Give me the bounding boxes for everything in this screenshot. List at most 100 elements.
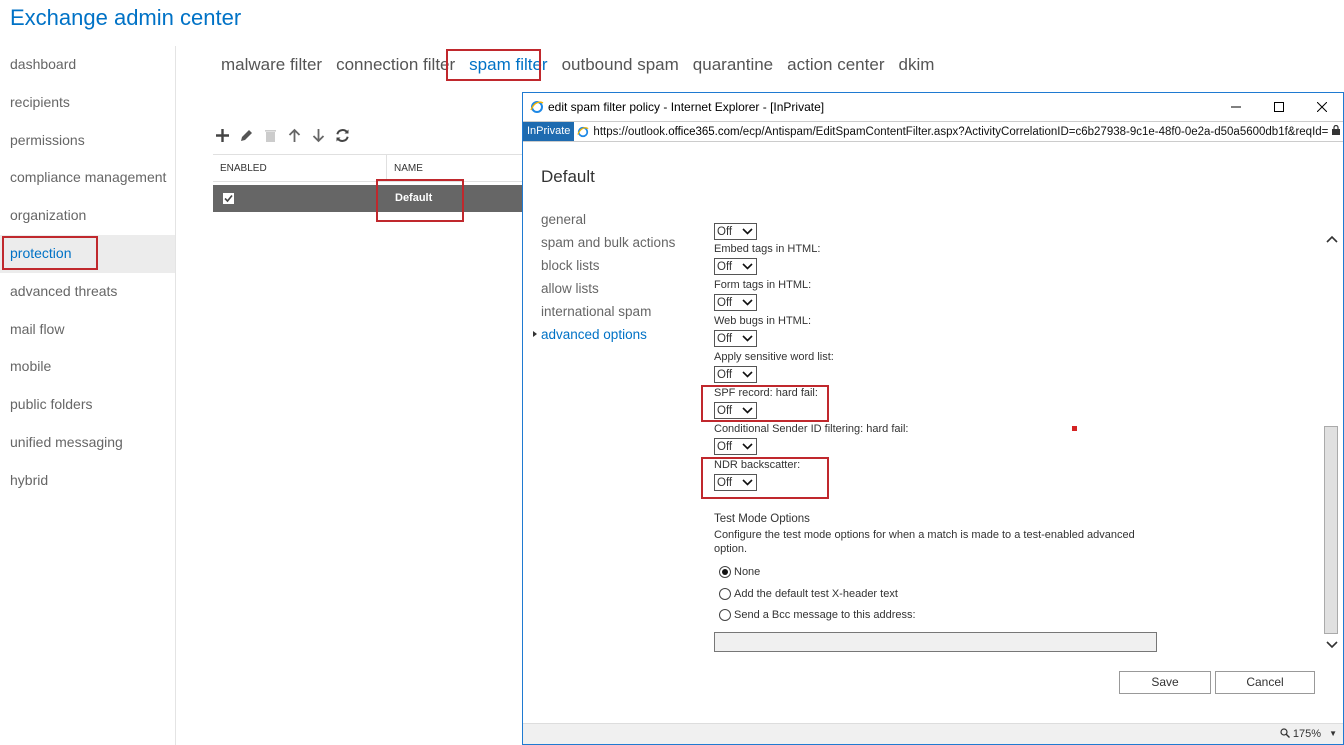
window-titlebar: edit spam filter policy - Internet Explo… bbox=[523, 93, 1343, 121]
option-label: Apply sensitive word list: bbox=[714, 351, 834, 363]
row-enabled-cell bbox=[213, 185, 387, 212]
radio-button[interactable] bbox=[719, 587, 731, 600]
chevron-up-icon[interactable] bbox=[1326, 230, 1338, 243]
option-group: Conditional Sender ID filtering: hard fa… bbox=[714, 422, 908, 455]
sidebar-item-public-folders[interactable]: public folders bbox=[0, 386, 175, 424]
maximize-icon[interactable] bbox=[1257, 93, 1300, 121]
red-marker bbox=[1072, 426, 1077, 431]
sidebar-item-organization[interactable]: organization bbox=[0, 197, 175, 235]
page-ie-icon bbox=[577, 126, 589, 137]
embed-tags-select[interactable]: Off bbox=[714, 258, 757, 275]
nav-advanced-options[interactable]: advanced options bbox=[532, 323, 675, 346]
sidebar-item-mobile[interactable]: mobile bbox=[0, 348, 175, 386]
test-mode-options: Test Mode Options Configure the test mod… bbox=[714, 512, 1154, 626]
tab-connection-filter[interactable]: connection filter bbox=[336, 54, 455, 76]
tab-spam-filter[interactable]: spam filter bbox=[469, 54, 547, 76]
radio-label: Send a Bcc message to this address: bbox=[734, 609, 916, 621]
url-domain: office365.com bbox=[668, 125, 740, 138]
nav-block-lists[interactable]: block lists bbox=[541, 254, 675, 277]
sidebar-item-compliance-management[interactable]: compliance management bbox=[0, 159, 175, 197]
tab-outbound-spam[interactable]: outbound spam bbox=[562, 54, 679, 76]
move-down-icon[interactable] bbox=[310, 126, 326, 144]
option-label: NDR backscatter: bbox=[714, 459, 801, 471]
url-suffix: /ecp/Antispam/EditSpamContentFilter.aspx… bbox=[739, 125, 1329, 138]
column-name[interactable]: NAME bbox=[387, 155, 423, 181]
sidebar-item-protection[interactable]: protection bbox=[0, 234, 175, 273]
form-tags-select[interactable]: Off bbox=[714, 294, 757, 311]
tab-dkim[interactable]: dkim bbox=[898, 54, 934, 76]
option-select-top[interactable]: Off bbox=[714, 223, 757, 240]
select-value: Off bbox=[717, 440, 733, 453]
status-bar: 175% ▼ bbox=[523, 723, 1343, 744]
sidebar-item-hybrid[interactable]: hybrid bbox=[0, 462, 175, 500]
scrollbar-thumb[interactable] bbox=[1324, 426, 1338, 634]
edit-icon[interactable] bbox=[238, 126, 254, 144]
address-bar[interactable]: InPrivate https://outlook.office365.com/… bbox=[523, 121, 1343, 142]
select-value: Off bbox=[717, 404, 733, 417]
add-icon[interactable] bbox=[214, 126, 230, 144]
nav-allow-lists[interactable]: allow lists bbox=[541, 277, 675, 300]
select-value: Off bbox=[717, 332, 733, 345]
test-mode-title: Test Mode Options bbox=[714, 513, 810, 525]
sensitive-word-list-select[interactable]: Off bbox=[714, 366, 757, 383]
zoom-dropdown-icon[interactable]: ▼ bbox=[1329, 729, 1337, 738]
option-group: Form tags in HTML: Off bbox=[714, 278, 811, 311]
sidebar-item-permissions[interactable]: permissions bbox=[0, 122, 175, 160]
sidebar-item-advanced-threats[interactable]: advanced threats bbox=[0, 273, 175, 311]
minimize-icon[interactable] bbox=[1214, 93, 1257, 121]
sender-id-hard-fail-select[interactable]: Off bbox=[714, 438, 757, 455]
nav-international-spam[interactable]: international spam bbox=[541, 300, 675, 323]
option-group: Embed tags in HTML: Off bbox=[714, 242, 820, 275]
refresh-icon[interactable] bbox=[334, 126, 350, 144]
radio-button[interactable] bbox=[719, 566, 731, 579]
radio-option-x-header[interactable]: Add the default test X-header text bbox=[719, 583, 1154, 605]
chevron-down-icon bbox=[742, 479, 753, 486]
spf-hard-fail-select[interactable]: Off bbox=[714, 402, 757, 419]
tab-bar: malware filter connection filter spam fi… bbox=[221, 54, 948, 76]
radio-button[interactable] bbox=[719, 609, 731, 622]
app-title: Exchange admin center bbox=[10, 5, 242, 30]
exchange-admin-center: Exchange admin center dashboard recipien… bbox=[0, 0, 1344, 745]
web-bugs-select[interactable]: Off bbox=[714, 330, 757, 347]
sidebar-item-mail-flow[interactable]: mail flow bbox=[0, 311, 175, 349]
save-button[interactable]: Save bbox=[1119, 671, 1211, 694]
sidebar-item-unified-messaging[interactable]: unified messaging bbox=[0, 424, 175, 462]
policy-grid: ENABLED NAME Default bbox=[213, 154, 533, 212]
tab-malware-filter[interactable]: malware filter bbox=[221, 54, 322, 76]
lock-icon bbox=[1329, 124, 1343, 138]
tab-quarantine[interactable]: quarantine bbox=[693, 54, 773, 76]
bcc-address-input[interactable] bbox=[714, 632, 1157, 652]
sidebar-item-recipients[interactable]: recipients bbox=[0, 84, 175, 122]
select-value: Off bbox=[717, 296, 733, 309]
option-group: SPF record: hard fail: Off bbox=[714, 386, 818, 419]
inprivate-badge: InPrivate bbox=[523, 122, 575, 141]
sidebar-item-dashboard[interactable]: dashboard bbox=[0, 46, 175, 84]
window-controls bbox=[1214, 93, 1343, 121]
option-group: Off bbox=[714, 221, 757, 240]
select-value: Off bbox=[717, 476, 733, 489]
radio-option-none[interactable]: None bbox=[719, 562, 1154, 584]
enabled-checkbox[interactable] bbox=[223, 193, 234, 204]
tab-action-center[interactable]: action center bbox=[787, 54, 884, 76]
column-enabled[interactable]: ENABLED bbox=[213, 155, 387, 181]
cancel-button[interactable]: Cancel bbox=[1215, 671, 1315, 694]
move-up-icon[interactable] bbox=[286, 126, 302, 144]
ie-icon bbox=[530, 101, 544, 113]
edit-policy-window: edit spam filter policy - Internet Explo… bbox=[522, 92, 1344, 745]
select-value: Off bbox=[717, 225, 733, 238]
nav-general[interactable]: general bbox=[541, 208, 675, 231]
option-group: Apply sensitive word list: Off bbox=[714, 350, 834, 383]
table-row[interactable]: Default bbox=[213, 185, 533, 212]
chevron-down-icon bbox=[742, 228, 753, 235]
policy-toolbar bbox=[214, 126, 350, 144]
chevron-down-icon[interactable] bbox=[1326, 636, 1338, 649]
ndr-backscatter-select[interactable]: Off bbox=[714, 474, 757, 491]
close-icon[interactable] bbox=[1300, 93, 1343, 121]
chevron-down-icon bbox=[742, 371, 753, 378]
nav-spam-and-bulk-actions[interactable]: spam and bulk actions bbox=[541, 231, 675, 254]
delete-icon[interactable] bbox=[262, 126, 278, 144]
test-mode-description: Configure the test mode options for when… bbox=[714, 528, 1135, 556]
radio-option-bcc[interactable]: Send a Bcc message to this address: bbox=[719, 605, 1154, 627]
row-name-cell: Default bbox=[395, 192, 433, 204]
zoom-level[interactable]: 175% bbox=[1280, 728, 1321, 740]
